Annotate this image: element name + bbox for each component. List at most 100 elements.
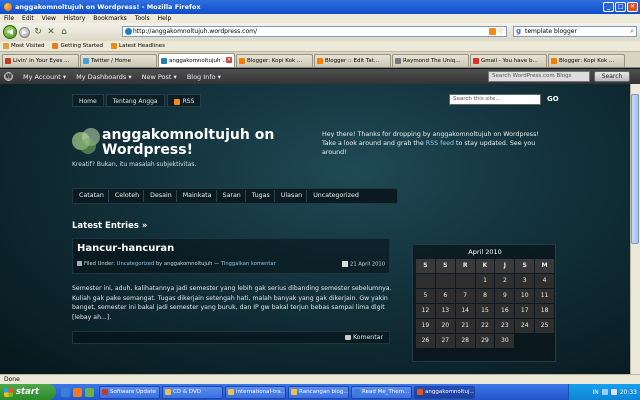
- post-category-link[interactable]: Uncategorized: [117, 261, 155, 267]
- page-scrollbar[interactable]: [630, 84, 640, 374]
- menu-edit[interactable]: Edit: [22, 15, 34, 22]
- tab-raymond[interactable]: Raymond The Uniq...: [392, 54, 469, 67]
- site-search-input[interactable]: Search this site...: [449, 94, 541, 105]
- browser-search-value: template blogger: [525, 28, 577, 35]
- menu-bookmarks[interactable]: Bookmarks: [93, 15, 127, 22]
- google-search-icon: g: [516, 27, 522, 35]
- rss-feed-icon[interactable]: [489, 28, 496, 35]
- navigation-toolbar: ◀ ▶ ↻ ✕ ⌂ http://anggakomnoltujuh.wordpr…: [0, 23, 640, 41]
- site-search-go-button[interactable]: GO: [547, 94, 559, 105]
- start-button[interactable]: start: [0, 384, 56, 400]
- close-button[interactable]: ✕: [627, 2, 638, 12]
- quicklaunch-media-icon[interactable]: [85, 387, 94, 397]
- bookmark-latest-headlines[interactable]: Latest Headlines: [111, 43, 165, 49]
- home-button[interactable]: ⌂: [58, 26, 70, 38]
- wpbar-my-account[interactable]: My Account ▾: [23, 73, 66, 81]
- bookmark-getting-started[interactable]: Getting Started: [52, 43, 103, 49]
- task-folder-icon: [228, 389, 234, 395]
- tab-gmail[interactable]: Gmail - You have b...: [470, 54, 547, 67]
- volume-icon[interactable]: [610, 389, 617, 395]
- welcome-message: Hey there! Thanks for dropping by anggak…: [322, 131, 539, 156]
- latest-entries-heading: Latest Entries »: [72, 221, 148, 231]
- task-read-me[interactable]: Read Me_Them...: [351, 385, 412, 399]
- network-icon[interactable]: [601, 389, 608, 395]
- clock: 20:33: [619, 388, 637, 396]
- scrollbar-thumb[interactable]: [631, 94, 639, 244]
- quicklaunch-firefox-icon[interactable]: [73, 387, 82, 397]
- maximize-button[interactable]: □: [615, 2, 626, 12]
- category-celoteh[interactable]: Celoteh: [111, 190, 145, 202]
- task-cd-dvd[interactable]: CD & DVD: [162, 385, 223, 399]
- task-folder-icon: [291, 389, 297, 395]
- minimize-button[interactable]: _: [603, 2, 614, 12]
- forward-button[interactable]: ▶: [19, 26, 30, 38]
- calendar-day: 27: [435, 334, 455, 348]
- category-tugas[interactable]: Tugas: [248, 190, 275, 202]
- wpbar-my-dashboards[interactable]: My Dashboards ▾: [76, 73, 132, 81]
- bookmark-star-icon[interactable]: ☆: [497, 26, 504, 35]
- blog-top-nav: Home Tentang Angga RSS: [72, 94, 202, 107]
- windows-flag-icon: [4, 387, 13, 397]
- calendar-day: 30: [495, 334, 515, 348]
- task-folder-icon: [165, 389, 171, 395]
- task-document-icon: [354, 389, 360, 395]
- calendar-day: 15: [475, 304, 495, 318]
- leave-comment-link[interactable]: Tinggalkan komentar: [221, 261, 276, 267]
- category-desain[interactable]: Desain: [146, 190, 177, 202]
- wordpress-search-input[interactable]: Search WordPress.com Blogs: [488, 71, 590, 82]
- comments-link[interactable]: Komentar: [344, 334, 383, 341]
- calendar-day: 4: [535, 274, 554, 288]
- category-saran[interactable]: Saran: [219, 190, 246, 202]
- quicklaunch-ie-icon[interactable]: [61, 387, 70, 397]
- bookmark-most-visited[interactable]: Most Visited: [3, 43, 44, 49]
- close-tab-icon[interactable]: ×: [226, 57, 232, 63]
- task-app-icon: [102, 389, 108, 395]
- nav-rss[interactable]: RSS: [166, 94, 202, 107]
- back-button[interactable]: ◀: [3, 25, 17, 39]
- stop-button[interactable]: ✕: [45, 26, 57, 38]
- menu-help[interactable]: Help: [158, 15, 172, 22]
- rss-feed-link[interactable]: RSS feed: [426, 140, 454, 147]
- task-software-update[interactable]: Software Update: [99, 385, 160, 399]
- category-mainkata[interactable]: Mainkata: [179, 190, 217, 202]
- calendar-grid: S S R K J S M 1 2 3 4 5 6 7 8 9 10 11 12 13 14 15 16 17 18 19 20 21…: [416, 259, 554, 348]
- category-ulasan[interactable]: Ulasan: [277, 190, 308, 202]
- tab-favicon-icon: [5, 58, 11, 64]
- task-rancangan-blog[interactable]: Rancangan blog...: [288, 385, 349, 399]
- tab-livin-in-your-eyes[interactable]: Livin' in Your Eyes ...: [2, 54, 79, 67]
- nav-home[interactable]: Home: [72, 94, 104, 107]
- tab-blogger-kopi-kok-1[interactable]: Blogger: Kopi Kok ...: [236, 54, 313, 67]
- calendar-weekday-header: R: [455, 259, 475, 273]
- wordpress-search-button[interactable]: Search: [594, 71, 630, 82]
- tab-blogger-kopi-kok-2[interactable]: Blogger: Kopi Kok ...: [548, 54, 625, 67]
- reload-button[interactable]: ↻: [32, 26, 44, 38]
- tab-anggakomnoltujuh[interactable]: anggakomnoltujuh ... ×: [158, 53, 235, 67]
- post-title[interactable]: Hancur-hancuran: [77, 243, 174, 254]
- task-international[interactable]: international-tra...: [225, 385, 286, 399]
- blog-title[interactable]: anggakomnoltujuh on Wordpress!: [102, 128, 312, 158]
- calendar-day: 29: [475, 334, 495, 348]
- bookmarks-toolbar: Most Visited Getting Started Latest Head…: [0, 41, 640, 52]
- wpbar-new-post[interactable]: New Post ▾: [142, 73, 177, 81]
- nav-tentang-angga[interactable]: Tentang Angga: [105, 94, 165, 107]
- menu-view[interactable]: View: [42, 15, 56, 22]
- language-indicator[interactable]: IN: [592, 389, 598, 396]
- task-firefox[interactable]: anggakomnoltuj...: [414, 385, 475, 399]
- calendar-day: 13: [435, 304, 455, 318]
- url-bar[interactable]: http://anggakomnoltujuh.wordpress.com/ ☆: [122, 26, 507, 37]
- category-uncategorized[interactable]: Uncategorized: [309, 190, 363, 202]
- calendar-day: 6: [435, 289, 455, 303]
- search-icon[interactable]: ⌕: [630, 27, 634, 36]
- calendar-day: 28: [455, 334, 475, 348]
- category-catatan[interactable]: Catatan: [75, 190, 109, 202]
- tab-blogger-edit[interactable]: Blogger :: Edit Tat...: [314, 54, 391, 67]
- calendar-caption: April 2010: [468, 248, 502, 256]
- tab-twitter[interactable]: Twitter / Home: [80, 54, 157, 67]
- menu-history[interactable]: History: [64, 15, 85, 22]
- wordpress-logo-icon[interactable]: W: [4, 72, 13, 81]
- wpbar-blog-info[interactable]: Blog Info ▾: [187, 73, 221, 81]
- menu-tools[interactable]: Tools: [135, 15, 150, 22]
- menu-file[interactable]: File: [4, 15, 14, 22]
- tab-favicon-icon: [239, 58, 245, 64]
- browser-search-input[interactable]: g template blogger ⌕: [513, 26, 637, 37]
